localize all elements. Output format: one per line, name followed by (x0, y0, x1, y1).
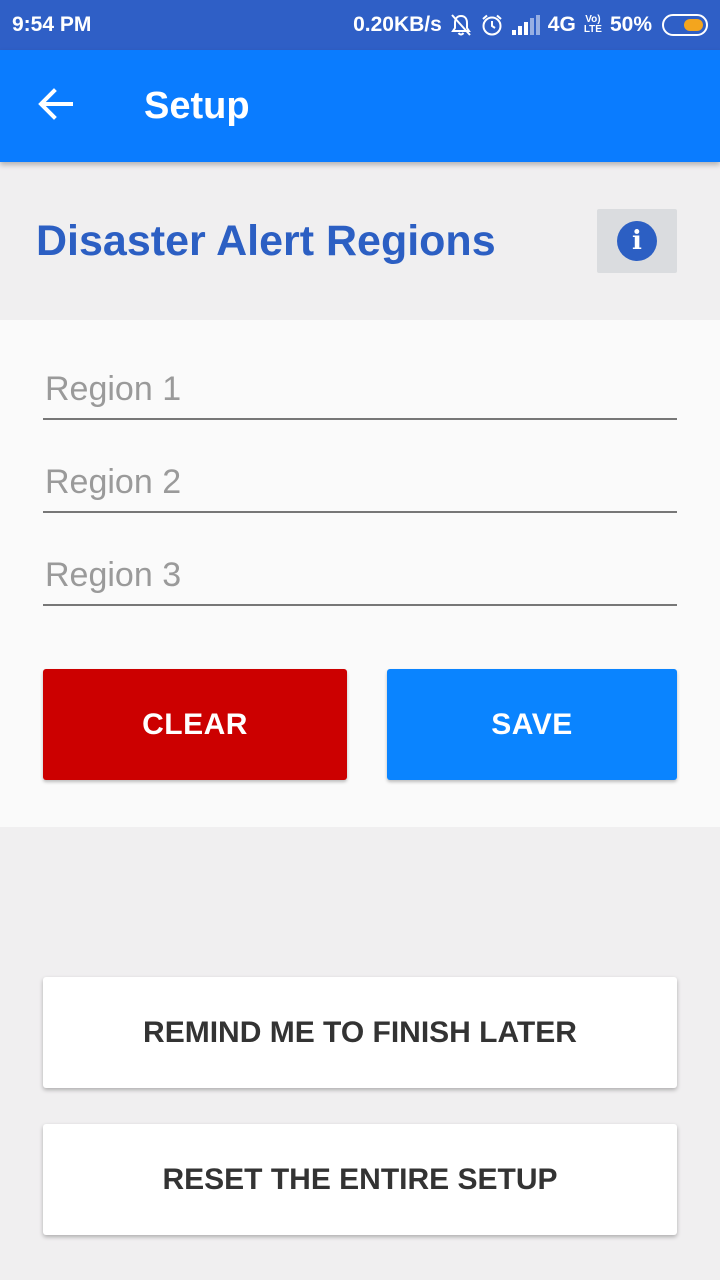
status-icons: 0.20KB/s 4G Vo) LTE 50% (353, 13, 708, 37)
info-icon: i (617, 221, 657, 261)
alarm-icon (480, 13, 504, 37)
region-1-field-container (43, 360, 677, 420)
volte-bottom: LTE (583, 24, 602, 35)
status-bar: 9:54 PM 0.20KB/s 4G Vo) LTE 50% (0, 0, 720, 50)
remind-later-button[interactable]: REMIND ME TO FINISH LATER (43, 977, 677, 1088)
battery-icon (662, 14, 708, 36)
page-title: Setup (144, 84, 250, 127)
signal-icon (511, 15, 540, 35)
battery-fill (684, 19, 703, 31)
section-title: Disaster Alert Regions (36, 216, 496, 265)
info-button[interactable]: i (597, 209, 677, 273)
battery-percent: 50% (609, 13, 652, 36)
mute-bell-icon (450, 13, 472, 37)
reset-setup-button[interactable]: RESET THE ENTIRE SETUP (43, 1124, 677, 1235)
back-button[interactable] (0, 50, 112, 162)
region-2-field-container (43, 453, 677, 513)
volte-indicator: Vo) LTE (584, 15, 602, 35)
section-header: Disaster Alert Regions i (0, 162, 720, 320)
region-3-input[interactable] (43, 546, 677, 604)
network-type: 4G (547, 13, 576, 36)
region-3-field-container (43, 546, 677, 606)
arrow-left-icon (38, 86, 74, 127)
region-1-input[interactable] (43, 360, 677, 418)
regions-form: CLEAR SAVE (0, 320, 720, 827)
status-time: 9:54 PM (12, 13, 92, 36)
network-speed: 0.20KB/s (353, 13, 442, 36)
app-bar: Setup (0, 50, 720, 162)
info-glyph: i (632, 226, 642, 256)
save-button[interactable]: SAVE (387, 669, 677, 780)
region-2-input[interactable] (43, 453, 677, 511)
clear-button[interactable]: CLEAR (43, 669, 347, 780)
